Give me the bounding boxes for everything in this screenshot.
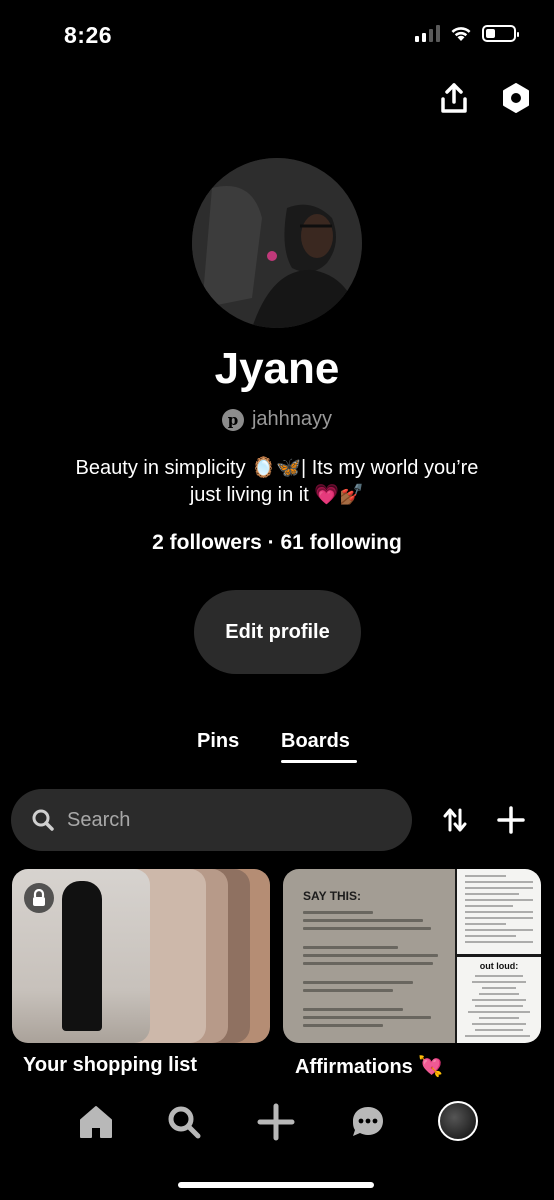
home-icon[interactable]	[74, 1100, 118, 1144]
nav-search-icon[interactable]	[162, 1100, 206, 1144]
status-icons	[415, 24, 519, 42]
search-input[interactable]: Search	[11, 789, 412, 851]
tab-boards[interactable]: Boards	[281, 730, 350, 753]
board-card-affirmations[interactable]: SAY THIS: out loud:	[283, 869, 541, 1043]
active-tab-indicator	[281, 760, 357, 763]
pinterest-logo-icon: p	[221, 408, 244, 431]
wifi-icon	[451, 26, 471, 41]
board-preview-heading: SAY THIS:	[303, 889, 362, 903]
settings-icon[interactable]	[498, 80, 534, 116]
status-time: 8:26	[64, 22, 113, 48]
home-indicator[interactable]	[178, 1182, 374, 1188]
edit-profile-button[interactable]: Edit profile	[194, 590, 361, 674]
bio-line-2: just living in it 💗💅🏾	[189, 484, 365, 506]
profile-handle-row: p jahhnayy	[0, 408, 554, 431]
cellular-signal-icon	[415, 24, 440, 42]
messages-icon[interactable]	[346, 1100, 390, 1144]
bio-line-1: Beauty in simplicity 🪞🦋| Its my world yo…	[75, 457, 479, 479]
search-placeholder: Search	[67, 808, 131, 831]
profile-bio: Beauty in simplicity 🪞🦋| Its my world yo…	[40, 455, 514, 509]
profile-handle: jahhnayy	[251, 408, 333, 430]
search-icon	[32, 809, 54, 831]
profile-name: Jyane	[214, 344, 340, 393]
profile-avatar[interactable]	[192, 158, 362, 328]
board-title-affirmations[interactable]: Affirmations 💘	[295, 1054, 443, 1079]
board-card-shopping-list[interactable]	[12, 869, 270, 1043]
tab-pins[interactable]: Pins	[197, 730, 239, 753]
profile-avatar-nav[interactable]	[438, 1101, 478, 1141]
follow-stats[interactable]: 2 followers · 61 following	[0, 531, 554, 555]
sort-icon[interactable]	[438, 803, 472, 837]
add-icon[interactable]	[494, 803, 528, 837]
share-icon[interactable]	[436, 80, 472, 116]
create-plus-icon[interactable]	[254, 1100, 298, 1144]
board-title-shopping-list[interactable]: Your shopping list	[23, 1054, 197, 1077]
board-preview-subheading: out loud:	[479, 961, 519, 971]
battery-icon	[482, 24, 519, 42]
lock-icon	[24, 883, 54, 913]
